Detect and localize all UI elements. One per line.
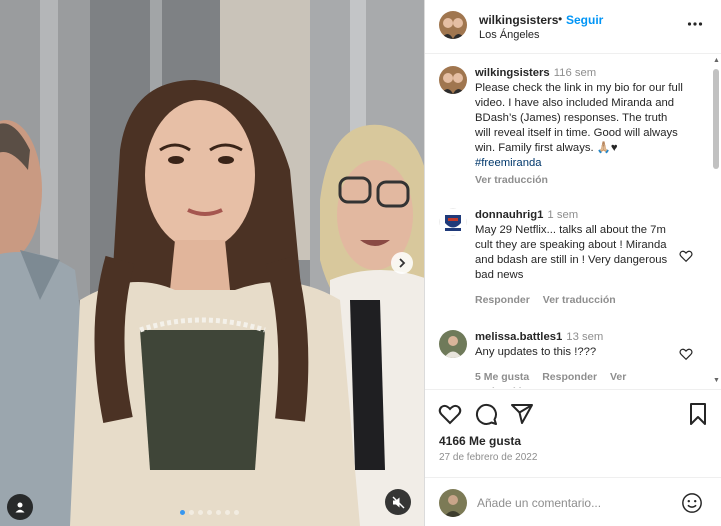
avatar[interactable] (439, 66, 467, 94)
avatar (439, 489, 467, 517)
save-bookmark-icon[interactable] (686, 402, 710, 426)
more-options-button[interactable] (687, 16, 703, 37)
translate-link[interactable]: Ver traducción (475, 174, 548, 186)
avatar[interactable] (439, 11, 467, 39)
comment-text: Please check the link in my bio for our … (475, 82, 683, 154)
comment-body: melissa.battles1 13 sem Any updates to th… (475, 330, 685, 388)
comment-author[interactable]: donnauhrig1 (475, 209, 543, 221)
separator-dot: • (558, 12, 563, 26)
avatar[interactable] (439, 208, 467, 236)
comment-time[interactable]: 13 sem (566, 331, 603, 343)
video-frame (0, 0, 424, 526)
scroll-down-arrow-icon[interactable]: ▼ (713, 377, 720, 384)
chevron-right-icon (399, 258, 406, 268)
comment-body: wilkingsisters 116 sem Please check the l… (475, 66, 685, 188)
carousel-dot (207, 510, 212, 515)
reply-button[interactable]: Responder (542, 371, 597, 383)
post-author-username[interactable]: wilkingsisters (479, 13, 558, 27)
comment-body: donnauhrig1 1 sem May 29 Netflix... talks… (475, 208, 685, 308)
profile-photo-icon (439, 330, 467, 358)
carousel-dot (180, 510, 185, 515)
tagged-users-button[interactable] (7, 494, 33, 520)
comment-likes[interactable]: 5 Me gusta (475, 371, 529, 383)
more-horizontal-icon (687, 22, 703, 26)
post-date[interactable]: 27 de febrero de 2022 (439, 452, 537, 463)
post-side-panel: wilkingsisters • Seguir Los Ángeles wilk… (424, 0, 721, 526)
scroll-up-arrow-icon[interactable]: ▲ (713, 57, 720, 64)
like-heart-icon[interactable] (438, 402, 462, 426)
comment-author[interactable]: melissa.battles1 (475, 331, 562, 343)
comments-scrollbar[interactable]: ▲ ▼ (712, 57, 720, 387)
post-actions: 4166 Me gusta 27 de febrero de 2022 (425, 389, 721, 475)
post-header: wilkingsisters • Seguir Los Ángeles (425, 0, 721, 54)
user-tag-icon (15, 502, 25, 513)
emoji-smiley-icon[interactable] (681, 492, 703, 514)
carousel-dot (225, 510, 230, 515)
like-comment-heart-icon[interactable] (679, 249, 693, 263)
carousel-dot (189, 510, 194, 515)
comments-list[interactable]: wilkingsisters 116 sem Please check the l… (425, 55, 721, 388)
carousel-dot (216, 510, 221, 515)
comment-time[interactable]: 1 sem (547, 209, 578, 221)
comment-text: Any updates to this !??? (475, 346, 597, 358)
speaker-muted-icon (392, 496, 404, 508)
mute-button[interactable] (385, 489, 411, 515)
comment-text: May 29 Netflix... talks all about the 7m… (475, 224, 668, 281)
post-media[interactable] (0, 0, 424, 526)
carousel-next-button[interactable] (391, 252, 413, 274)
profile-photo-icon (439, 11, 467, 39)
reply-button[interactable]: Responder (475, 294, 530, 306)
carousel-indicator (180, 510, 239, 515)
post-location[interactable]: Los Ángeles (479, 29, 540, 41)
comment-author[interactable]: wilkingsisters (475, 67, 550, 79)
avatar[interactable] (439, 330, 467, 358)
comment-time[interactable]: 116 sem (554, 67, 597, 79)
comment-input[interactable] (477, 493, 677, 513)
scroll-thumb[interactable] (713, 69, 719, 169)
hashtag-link[interactable]: #freemiranda (475, 156, 685, 171)
translate-link[interactable]: Ver traducción (543, 294, 616, 306)
carousel-dot (234, 510, 239, 515)
follow-button[interactable]: Seguir (566, 13, 603, 27)
comment-bubble-icon[interactable] (474, 402, 498, 426)
profile-photo-icon (439, 208, 467, 236)
comment-composer (425, 477, 721, 526)
like-comment-heart-icon[interactable] (679, 347, 693, 361)
likes-count[interactable]: 4166 Me gusta (439, 434, 521, 448)
share-send-icon[interactable] (510, 402, 534, 426)
profile-photo-icon (439, 66, 467, 94)
carousel-dot (198, 510, 203, 515)
profile-photo-icon (439, 489, 467, 517)
